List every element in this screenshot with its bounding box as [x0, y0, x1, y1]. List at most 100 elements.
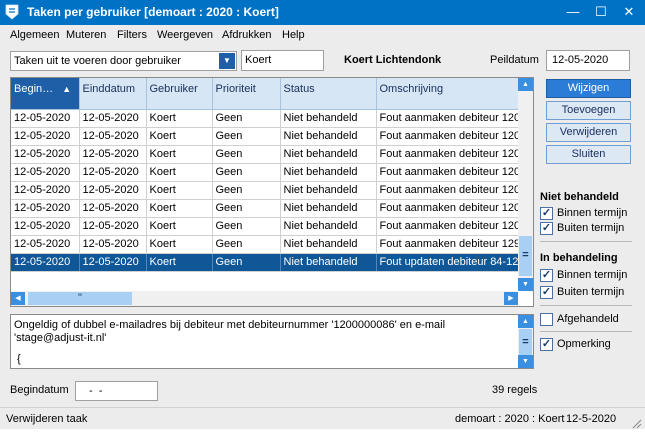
table-header-row: Begin… ▲ Einddatum Gebruiker Prioriteit … [11, 78, 520, 110]
table-cell: Koert [146, 163, 213, 182]
status-context: demoart : 2020 : Koert [455, 413, 565, 425]
table-cell: Niet behandeld [280, 163, 377, 182]
col-header-begindatum[interactable]: Begin… ▲ [11, 78, 80, 110]
grid-horizontal-scrollbar[interactable]: ◀ " ▶ [11, 291, 518, 306]
remark-text-tail: { [17, 353, 21, 365]
window-title: Taken per gebruiker [demoart : 2020 : Ko… [27, 5, 279, 19]
table-cell: Geen [212, 127, 281, 146]
table-cell: 12-05-2020 [11, 163, 80, 182]
resize-grip-icon[interactable] [630, 417, 642, 429]
begindatum-label: Begindatum [10, 384, 69, 396]
checkbox-label: Binnen termijn [557, 269, 628, 281]
wijzigen-button[interactable]: Wijzigen [546, 79, 631, 98]
checkbox-box[interactable]: ✓ [540, 207, 553, 220]
table-row[interactable]: 12-05-2020 12-05-2020 Koert Geen Niet behand… [11, 181, 520, 200]
sort-up-icon: ▲ [62, 84, 72, 95]
table-cell: 12-05-2020 [79, 163, 147, 182]
menu-weergeven[interactable]: Weergeven [157, 29, 213, 41]
checkbox-box[interactable] [540, 313, 553, 326]
table-cell: Fout aanmaken debiteur 120 [376, 181, 520, 200]
table-row[interactable]: 12-05-2020 12-05-2020 Koert Geen Niet behand… [11, 109, 520, 128]
sluiten-button[interactable]: Sluiten [546, 145, 631, 164]
checkbox-box[interactable]: ✓ [540, 222, 553, 235]
remark-text: Ongeldig of dubbel e-mailadres bij debit… [14, 319, 446, 344]
table-row[interactable]: 12-05-2020 12-05-2020 Koert Geen Niet behand… [11, 199, 520, 218]
table-cell: Geen [212, 253, 281, 272]
col-header-omschrijving[interactable]: Omschrijving [376, 78, 520, 110]
scroll-up-icon[interactable]: ▲ [518, 78, 533, 91]
menu-algemeen[interactable]: Algemeen [10, 29, 60, 41]
peildatum-field[interactable]: 12-05-2020 [546, 50, 630, 71]
task-grid[interactable]: Begin… ▲ Einddatum Gebruiker Prioriteit … [10, 77, 534, 307]
table-cell: Niet behandeld [280, 235, 377, 254]
task-table: Begin… ▲ Einddatum Gebruiker Prioriteit … [11, 78, 520, 272]
table-cell: 12-05-2020 [79, 253, 147, 272]
scroll-down-icon[interactable]: ▼ [518, 355, 533, 368]
table-row[interactable]: 12-05-2020 12-05-2020 Koert Geen Niet behand… [11, 235, 520, 254]
begindatum-field[interactable]: - - [75, 381, 158, 401]
menu-help[interactable]: Help [282, 29, 305, 41]
divider [540, 241, 632, 242]
menu-muteren[interactable]: Muteren [66, 29, 106, 41]
minimize-button[interactable]: — [559, 0, 587, 25]
table-row[interactable]: 12-05-2020 12-05-2020 Koert Geen Niet behand… [11, 127, 520, 146]
table-cell: 12-05-2020 [79, 181, 147, 200]
table-cell: Geen [212, 163, 281, 182]
table-cell: Koert [146, 181, 213, 200]
scroll-thumb[interactable]: " [28, 292, 132, 305]
checkbox-box[interactable]: ✓ [540, 286, 553, 299]
menu-afdrukken[interactable]: Afdrukken [222, 29, 272, 41]
table-cell: Koert [146, 199, 213, 218]
table-cell: Fout aanmaken debiteur 120 [376, 199, 520, 218]
table-row[interactable]: 12-05-2020 12-05-2020 Koert Geen Niet behand… [11, 145, 520, 164]
table-cell: Koert [146, 145, 213, 164]
table-row[interactable]: 12-05-2020 12-05-2020 Koert Geen Niet behand… [11, 217, 520, 236]
verwijderen-button[interactable]: Verwijderen [546, 123, 631, 142]
niet-behandeld-heading: Niet behandeld [540, 191, 619, 203]
table-row[interactable]: 12-05-2020 12-05-2020 Koert Geen Niet behand… [11, 163, 520, 182]
task-filter-value: Taken uit te voeren door gebruiker [14, 55, 181, 67]
divider [540, 305, 632, 306]
col-header-gebruiker[interactable]: Gebruiker [146, 78, 213, 110]
row-count: 39 regels [492, 384, 538, 396]
table-cell: Fout aanmaken debiteur 120 [376, 217, 520, 236]
table-cell: Geen [212, 109, 281, 128]
table-cell: Koert [146, 235, 213, 254]
scroll-right-icon[interactable]: ▶ [504, 292, 518, 305]
table-cell: Fout aanmaken debiteur 120 [376, 127, 520, 146]
checkbox-label: Afgehandeld [557, 313, 619, 325]
scroll-down-icon[interactable]: ▼ [518, 278, 533, 291]
menu-bar: Algemeen Muteren Filters Weergeven Afdru… [0, 25, 645, 45]
task-filter-select[interactable]: Taken uit te voeren door gebruiker ▼ [10, 51, 237, 71]
table-cell: Geen [212, 181, 281, 200]
table-cell: Fout aanmaken debiteur 120 [376, 109, 520, 128]
close-button[interactable]: ✕ [615, 0, 643, 25]
table-cell: 12-05-2020 [79, 127, 147, 146]
menu-filters[interactable]: Filters [117, 29, 147, 41]
divider [540, 331, 632, 332]
col-header-status[interactable]: Status [280, 78, 377, 110]
toevoegen-button[interactable]: Toevoegen [546, 101, 631, 120]
table-cell: Niet behandeld [280, 109, 377, 128]
table-row[interactable]: 12-05-2020 12-05-2020 Koert Geen Niet behand… [11, 253, 520, 272]
scroll-thumb[interactable]: = [519, 236, 532, 276]
grid-vertical-scrollbar[interactable]: ▲ = ▼ [518, 78, 533, 291]
table-cell: Koert [146, 253, 213, 272]
app-icon [5, 4, 19, 20]
remark-memo[interactable]: Ongeldig of dubbel e-mailadres bij debit… [10, 314, 534, 369]
checkbox-label: Binnen termijn [557, 207, 628, 219]
table-cell: Geen [212, 199, 281, 218]
scroll-thumb[interactable]: = [519, 329, 532, 355]
scroll-up-icon[interactable]: ▲ [518, 315, 533, 328]
checkbox-box[interactable]: ✓ [540, 269, 553, 282]
memo-vertical-scrollbar[interactable]: ▲ = ▼ [518, 315, 533, 368]
dropdown-arrow-icon[interactable]: ▼ [219, 53, 235, 69]
col-header-prioriteit[interactable]: Prioriteit [212, 78, 281, 110]
table-cell: Geen [212, 217, 281, 236]
user-code-field[interactable]: Koert [241, 50, 324, 71]
checkbox-box[interactable]: ✓ [540, 338, 553, 351]
table-cell: 12-05-2020 [11, 253, 80, 272]
maximize-button[interactable]: ☐ [587, 0, 615, 25]
scroll-left-icon[interactable]: ◀ [11, 292, 25, 305]
col-header-einddatum[interactable]: Einddatum [79, 78, 147, 110]
